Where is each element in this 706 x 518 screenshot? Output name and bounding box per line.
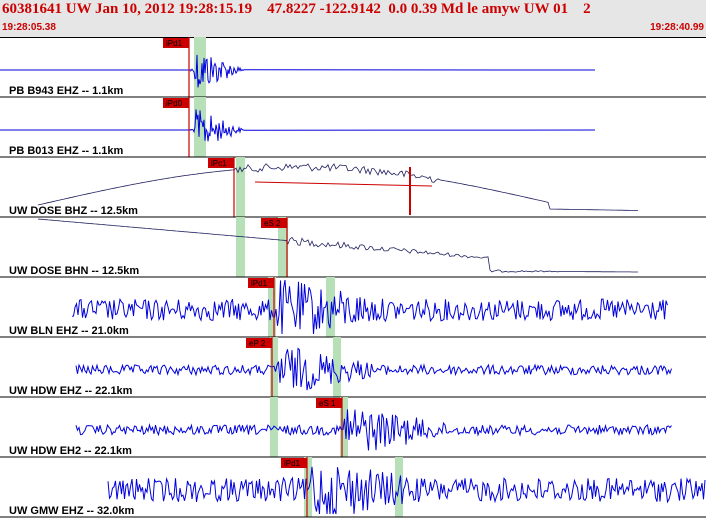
waveform	[107, 466, 706, 515]
amplitude-line	[254, 181, 433, 187]
waveform	[0, 109, 596, 142]
pick-label: eS 1	[319, 399, 336, 408]
analysis-window	[236, 217, 245, 277]
seismogram-panel: iPd1 PB B943 EHZ -- 1.1km iPd0 PB B013 EHZ …	[0, 37, 706, 518]
pick-label: iPd0	[166, 99, 183, 108]
trace-panel: eP 2 UW HDW EHZ -- 22.1km	[0, 337, 706, 398]
waveform	[71, 279, 668, 335]
trace-panel: iPd1 PB B943 EHZ -- 1.1km	[0, 37, 706, 98]
station-label: UW GMW EHZ -- 32.0km	[9, 505, 135, 517]
analysis-window	[333, 337, 341, 397]
waveform	[75, 409, 672, 451]
analysis-window	[236, 157, 245, 217]
station-label: UW HDW EH2 -- 22.1km	[9, 445, 132, 457]
time-end: 19:28:40.99	[650, 22, 704, 33]
station-label: UW DOSE BHN -- 12.5km	[9, 265, 139, 277]
trace-panel: iPd0 PB B013 EHZ -- 1.1km	[0, 97, 706, 158]
pick-label: iPc1	[211, 159, 227, 168]
pick-label: iPd1	[251, 279, 268, 288]
event-title: 60381641 UW Jan 10, 2012 19:28:15.19 47.…	[2, 1, 591, 17]
station-label: PB B943 EHZ -- 1.1km	[9, 85, 124, 97]
time-start: 19:28:05.38	[2, 22, 56, 33]
trace-panel: eS 1 UW HDW EH2 -- 22.1km	[0, 397, 706, 458]
station-label: PB B013 EHZ -- 1.1km	[9, 145, 124, 157]
trace-panel: eS 2 UW DOSE BHN -- 12.5km	[0, 217, 706, 278]
trace-panel: iPd1 UW BLN EHZ -- 21.0km	[0, 277, 706, 338]
trace-panel: iPd1 UW GMW EHZ -- 32.0km	[0, 457, 706, 518]
trace-panel: iPc1 UW DOSE BHZ -- 12.5km	[0, 157, 706, 218]
pick-label: iPd1	[284, 459, 301, 468]
event-header: 60381641 UW Jan 10, 2012 19:28:15.19 47.…	[0, 0, 706, 38]
pick-label: eP 2	[249, 339, 266, 348]
pick-label: eS 2	[264, 219, 281, 228]
station-label: UW DOSE BHZ -- 12.5km	[9, 205, 138, 217]
station-label: UW HDW EHZ -- 22.1km	[9, 385, 133, 397]
pick-label: iPd1	[166, 39, 183, 48]
station-label: UW BLN EHZ -- 21.0km	[9, 325, 129, 337]
waveform	[75, 347, 672, 391]
waveform	[0, 54, 596, 88]
waveform	[37, 163, 638, 211]
